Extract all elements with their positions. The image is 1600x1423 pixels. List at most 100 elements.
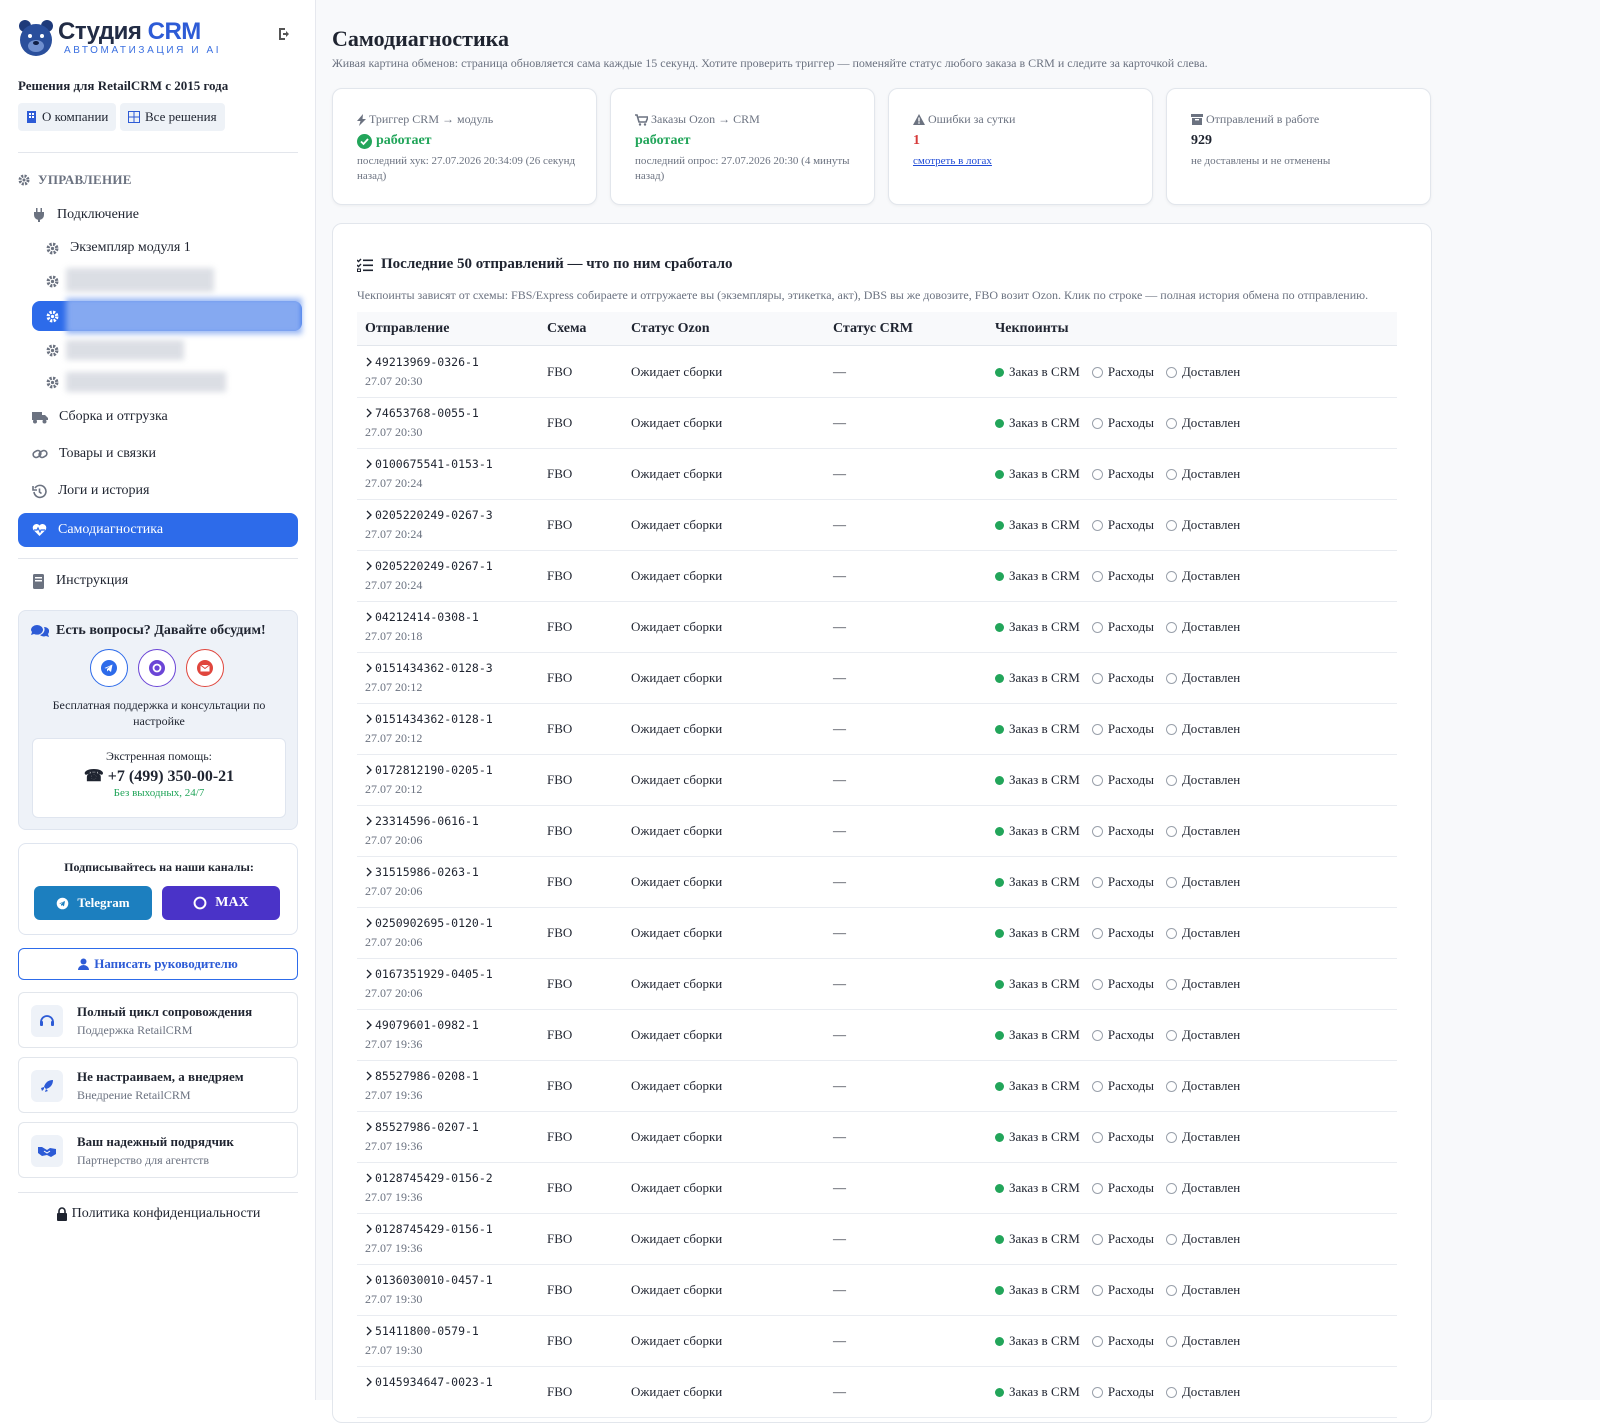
nav-diagnostics[interactable]: Самодиагностика (18, 513, 298, 547)
gear-icon (18, 174, 30, 186)
ozon-status: Ожидает сборки (631, 619, 723, 634)
card-value: 929 (1191, 133, 1212, 148)
phone-icon: ☎ (83, 768, 104, 785)
status-dot-pending (1091, 1029, 1103, 1041)
table-row[interactable]: 85527986-0207-1 27.07 19:36 FBO Ожидает сбо… (357, 1112, 1397, 1163)
status-dot-pending (1165, 1335, 1177, 1347)
promo-implementation[interactable]: Не настраиваем, а внедряем Внедрение Ret… (18, 1057, 298, 1113)
table-row[interactable]: 0151434362-0128-1 27.07 20:12 FBO Ожидает с… (357, 704, 1397, 755)
checkpoints: Заказ в CRM Расходы Доставлен (995, 976, 1252, 992)
view-logs-link[interactable]: смотреть в логах (913, 155, 992, 167)
page-intro: Живая картина обменов: страница обновляе… (332, 56, 1208, 70)
table-row[interactable]: 0145934647-0023-1 FBO Ожидает сборки — Заказ… (357, 1367, 1397, 1418)
nav-instructions[interactable]: Инструкция (32, 571, 128, 591)
status-dot-pending (1091, 468, 1103, 480)
checkpoint-delivered: Доставлен (1165, 1180, 1240, 1196)
shipment-date: 27.07 20:06 (365, 986, 423, 1000)
nav-products[interactable]: Товары и связки (32, 444, 156, 464)
table-body: 49213969-0326-1 27.07 20:30 FBO Ожидает сбо… (357, 347, 1397, 1418)
table-row[interactable]: 0151434362-0128-3 27.07 20:12 FBO Ожидает с… (357, 653, 1397, 704)
chevron-right-icon (366, 1122, 372, 1132)
table-row[interactable]: 0205220249-0267-3 27.07 20:24 FBO Ожидает с… (357, 500, 1397, 551)
emergency-phone-number: +7 (499) 350-00-21 (107, 768, 235, 785)
checkpoint-delivered: Доставлен (1165, 772, 1240, 788)
table-row[interactable]: 0167351929-0405-1 27.07 20:06 FBO Ожидает с… (357, 959, 1397, 1010)
telegram-channel-button[interactable]: Telegram (34, 886, 152, 920)
logout-icon[interactable] (277, 26, 293, 42)
write-manager-button[interactable]: Написать руководителю (18, 948, 298, 980)
promo-support[interactable]: Полный цикл сопровождения Поддержка Reta… (18, 992, 298, 1048)
shipment-id: 0151434362-0128-1 (365, 712, 493, 726)
checkpoint-label: Заказ в CRM (1009, 415, 1080, 430)
telegram-contact-button[interactable] (90, 649, 128, 687)
table-row[interactable]: 51411800-0579-1 27.07 19:30 FBO Ожидает сбо… (357, 1316, 1397, 1367)
table-row[interactable]: 31515986-0263-1 27.07 20:06 FBO Ожидает сбо… (357, 857, 1397, 908)
table-row[interactable]: 0128745429-0156-2 27.07 19:36 FBO Ожидает с… (357, 1163, 1397, 1214)
privacy-policy-link[interactable]: Политика конфиденциальности (0, 1206, 316, 1222)
shipment-id: 49213969-0326-1 (365, 355, 479, 369)
checkpoints: Заказ в CRM Расходы Доставлен (995, 823, 1252, 839)
checkpoint-label: Расходы (1107, 772, 1154, 787)
table-row[interactable]: 0250902695-0120-1 27.07 20:06 FBO Ожидает с… (357, 908, 1397, 959)
brand-name: Студия CRM (58, 19, 221, 45)
table-row[interactable]: 85527986-0208-1 27.07 19:36 FBO Ожидает сбо… (357, 1061, 1397, 1112)
checkpoint-label: Расходы (1107, 925, 1154, 940)
checkpoint-delivered: Доставлен (1165, 1384, 1240, 1400)
checkpoint-expenses: Расходы (1091, 619, 1154, 635)
table-row[interactable]: 0100675541-0153-1 27.07 20:24 FBO Ожидает с… (357, 449, 1397, 500)
write-manager-label: Написать руководителю (94, 956, 238, 971)
plug-icon (34, 208, 44, 222)
card-value: работает (635, 133, 691, 148)
table-row[interactable]: 0205220249-0267-1 27.07 20:24 FBO Ожидает с… (357, 551, 1397, 602)
promo-partnership[interactable]: Ваш надежный подрядчик Партнерство для а… (18, 1122, 298, 1178)
about-button[interactable]: О компании (18, 103, 117, 131)
checkpoint-label: Доставлен (1181, 466, 1241, 481)
max-contact-button[interactable] (138, 649, 176, 687)
card-note: последний опрос: 27.07.2026 20:30 (4 мин… (635, 155, 850, 182)
nav-logs[interactable]: Логи и история (32, 481, 149, 501)
checkpoint-order-in-crm: Заказ в CRM (995, 925, 1080, 941)
checkpoint-label: Доставлен (1181, 1129, 1241, 1144)
card-note: не доставлены и не отменены (1191, 155, 1331, 167)
crm-status: — (833, 1282, 846, 1297)
checkpoint-delivered: Доставлен (1165, 466, 1241, 482)
table-row[interactable]: 04212414-0308-1 27.07 20:18 FBO Ожидает сбо… (357, 602, 1397, 653)
ozon-status: Ожидает сборки (631, 466, 723, 481)
status-dot-done (995, 877, 1004, 887)
status-dot-pending (1091, 1131, 1103, 1143)
table-row[interactable]: 74653768-0055-1 27.07 20:30 FBO Ожидает сбо… (357, 398, 1397, 449)
checkpoint-order-in-crm: Заказ в CRM (995, 823, 1080, 839)
chevron-right-icon (366, 1071, 372, 1081)
table-row[interactable]: 23314596-0616-1 27.07 20:06 FBO Ожидает сбо… (357, 806, 1397, 857)
nav-assembly[interactable]: Сборка и отгрузка (32, 407, 168, 427)
checkpoint-label: Доставлен (1181, 976, 1241, 991)
table-row[interactable]: 49079601-0982-1 27.07 19:36 FBO Ожидает сбо… (357, 1010, 1397, 1061)
shipment-date: 27.07 20:18 (365, 629, 423, 643)
solutions-button[interactable]: Все решения (120, 103, 225, 131)
max-channel-button[interactable]: MAX (162, 886, 280, 920)
status-dot-pending (1091, 519, 1103, 531)
checkpoint-delivered: Доставлен (1165, 874, 1240, 890)
table-row[interactable]: 49213969-0326-1 27.07 20:30 FBO Ожидает сбо… (357, 347, 1397, 398)
nav-connection[interactable]: Подключение (32, 205, 139, 225)
shipment-id-text: 31515986-0263-1 (375, 865, 479, 879)
nav-instance-1[interactable]: Экземпляр модуля 1 (46, 238, 191, 258)
contact-title: Есть вопросы? Давайте обсудим! (31, 623, 266, 639)
table-row[interactable]: 0128745429-0156-1 27.07 19:36 FBO Ожидает с… (357, 1214, 1397, 1265)
shipment-id-text: 0205220249-0267-3 (375, 508, 493, 522)
email-contact-button[interactable] (186, 649, 224, 687)
checkpoint-delivered: Доставлен (1165, 670, 1240, 686)
table-row[interactable]: 0172812190-0205-1 27.07 20:12 FBO Ожидает с… (357, 755, 1397, 806)
checkpoint-label: Расходы (1107, 1180, 1154, 1195)
logo[interactable]: Студия CRM АВТОМАТИЗАЦИЯ И AI (18, 18, 221, 58)
status-dot-pending (1165, 1131, 1177, 1143)
shipment-id-text: 0205220249-0267-1 (375, 559, 493, 573)
shipment-date: 27.07 20:24 (365, 578, 423, 592)
list-check-icon (357, 258, 373, 272)
chevron-right-icon (366, 510, 372, 520)
user-icon (78, 958, 90, 970)
emergency-phone[interactable]: ☎ +7 (499) 350-00-21 (33, 766, 285, 786)
table-row[interactable]: 0136030010-0457-1 27.07 19:30 FBO Ожидает с… (357, 1265, 1397, 1316)
shipment-id-text: 85527986-0207-1 (375, 1120, 479, 1134)
checkpoint-label: Доставлен (1181, 568, 1241, 583)
